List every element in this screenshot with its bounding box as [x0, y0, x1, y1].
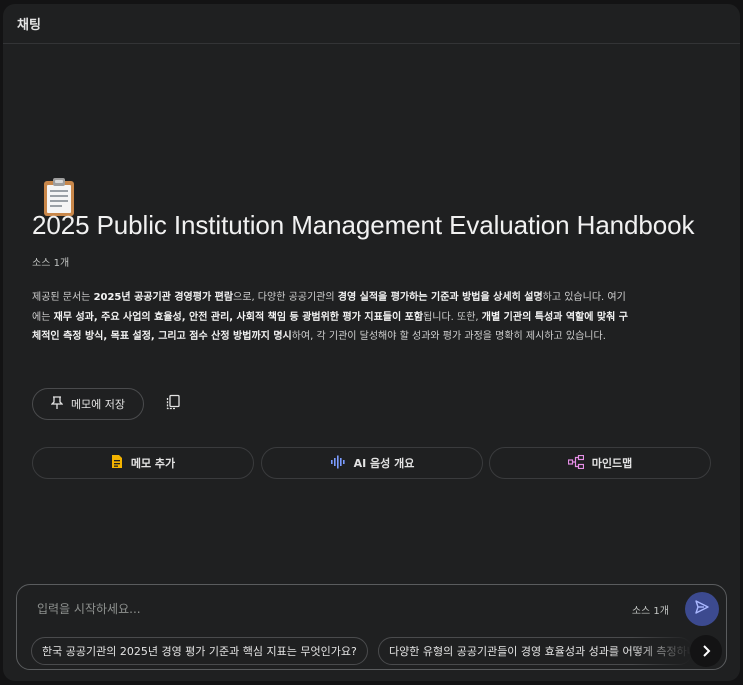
save-to-memo-label: 메모에 저장	[70, 398, 126, 411]
audio-waveform-icon	[330, 455, 346, 472]
chat-input-box: 입력을 시작하세요... 소스 1개 한국 공공기관의 2025년 경영 평가 …	[16, 584, 727, 670]
summary-text: 하여, 각 기관이 달성해야 할 성과와 평가 과정을 명확히 제시하고 있습니…	[291, 331, 606, 342]
notebook-summary: 제공된 문서는 2025년 공공기관 경영평가 편람으로, 다양한 공공기관의 …	[32, 288, 632, 347]
chevron-right-icon	[701, 642, 711, 661]
mind-map-button[interactable]: 마인드맵	[489, 447, 711, 479]
mind-map-icon	[567, 454, 584, 472]
send-button[interactable]	[685, 592, 719, 626]
suggestion-chip[interactable]: 한국 공공기관의 2025년 경영 평가 기준과 핵심 지표는 무엇인가요?	[31, 637, 368, 665]
chat-input[interactable]: 입력을 시작하세요...	[37, 600, 141, 617]
add-memo-label: 메모 추가	[130, 457, 176, 470]
summary-bold: 경영 실적을 평가하는 기준과 방법을 상세히 설명	[337, 292, 543, 303]
input-source-count: 소스 1개	[631, 606, 669, 617]
summary-text: 제공된 문서는	[32, 292, 94, 303]
next-suggestions-button[interactable]	[690, 635, 722, 667]
copy-button[interactable]	[163, 394, 183, 414]
memo-icon	[111, 454, 123, 472]
source-count: 소스 1개	[32, 258, 70, 269]
chat-header: 채팅	[3, 4, 740, 44]
ai-audio-overview-label: AI 음성 개요	[353, 457, 415, 470]
suggestion-fade	[632, 637, 692, 665]
send-icon	[694, 599, 710, 619]
pin-icon	[50, 395, 64, 413]
summary-bold: 2025년 공공기관 경영평가 편람	[93, 292, 234, 303]
mind-map-label: 마인드맵	[591, 457, 633, 470]
summary-text: 됩니다. 또한,	[423, 311, 482, 323]
add-memo-button[interactable]: 메모 추가	[32, 447, 254, 479]
ai-audio-overview-button[interactable]: AI 음성 개요	[261, 447, 483, 479]
chat-header-title: 채팅	[17, 18, 41, 33]
chat-panel: 채팅 2025 Public Institution Management Ev…	[3, 4, 740, 681]
copy-icon	[165, 394, 181, 414]
summary-text: 으로, 다양한 공공기관의	[233, 292, 338, 303]
notebook-title: 2025 Public Institution Management Evalu…	[32, 210, 695, 240]
summary-bold: 재무 성과, 주요 사업의 효율성, 안전 관리, 사회적 책임 등 광범위한 …	[53, 311, 424, 323]
save-to-memo-button[interactable]: 메모에 저장	[32, 388, 144, 420]
